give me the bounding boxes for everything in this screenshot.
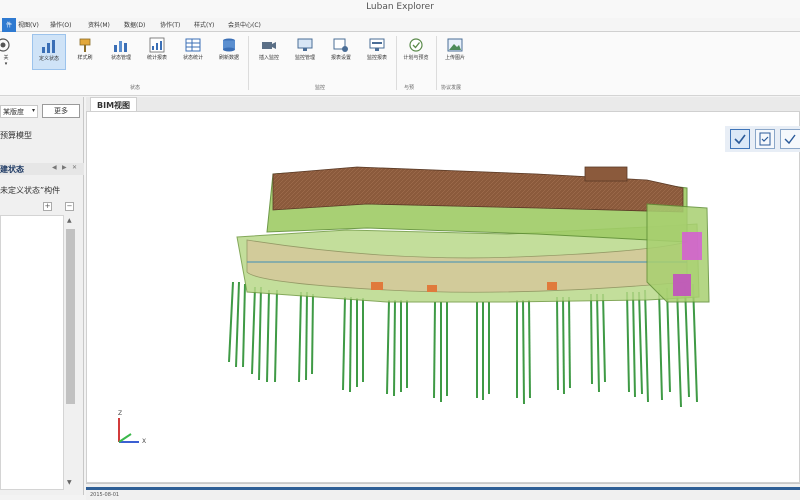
table-icon [185,38,201,52]
refresh-data-label: 刷新数据 [218,55,239,61]
roof-top-box [584,166,628,182]
format-brush-label: 样式刷 [77,55,93,61]
group-separator [396,36,397,90]
monitor-icon [297,38,313,51]
group-label-upload: 协议发展 [441,85,462,91]
remove-button[interactable]: − [65,202,74,211]
menu-collab[interactable]: 协作(T) [160,20,180,29]
chevron-down-icon: ▾ [4,61,8,67]
status-text: 未定义状态”构件 [0,186,61,195]
stat-report-button[interactable]: 统计报表 [140,34,174,70]
toggle-button-label: 关 [3,55,9,61]
progress-bar [86,487,800,490]
left-panel: 某版度 ▾ 更多 预算模型 建状态 ◀ ▶ ✕ 未定义状态”构件 + − ▲ ▼ [0,97,84,495]
menu-data[interactable]: 数据(D) [124,20,145,29]
define-status-label: 定义状态 [38,56,59,62]
check-view-icon[interactable] [780,129,800,149]
menu-member-center[interactable]: 会员中心(C) [228,20,261,29]
menu-bar: 件 视图(V) 操作(O) 资料(M) 数据(D) 协作(T) 样式(Y) 会员… [0,18,800,32]
image-icon [447,38,463,52]
ribbon-toolbar: 关 ▾ 定义状态 样式刷 状态管理 统计报表 状态统计 刷新数据 插入监控 监控… [0,32,800,96]
report-settings-label: 报表设置 [330,55,351,61]
component-list [0,215,64,490]
prev-arrow-icon[interactable]: ◀ [52,164,57,171]
status-manage-label: 状态管理 [110,55,131,61]
more-button[interactable]: 更多 [42,104,80,118]
status-section-title: 建状态 [0,165,24,174]
group-label-status: 状态 [130,85,141,91]
upload-image-button[interactable]: 上传图片 [438,34,472,70]
bar-chart-icon [114,41,127,52]
scroll-up-icon[interactable]: ▲ [67,217,72,224]
refresh-data-button[interactable]: 刷新数据 [212,34,246,70]
chevron-down-icon: ▾ [31,107,35,114]
list-scrollbar[interactable]: ▲ ▼ [64,215,77,490]
circle-icon [0,38,10,52]
brush-icon [79,38,91,52]
add-button[interactable]: + [43,202,52,211]
version-select-value: 某版度 [3,108,24,116]
toggle-button[interactable]: 关 ▾ [0,34,16,70]
axis-z-label: Z [118,410,123,417]
tab-bim-view[interactable]: BIM视图 [90,97,138,111]
group-label-monitor: 监控 [315,85,326,91]
status-manage-button[interactable]: 状态管理 [104,34,138,70]
checklist-icon[interactable] [755,129,775,149]
menu-style[interactable]: 样式(Y) [194,20,214,29]
view-toolbar [725,126,800,152]
status-stat-button[interactable]: 状态统计 [176,34,210,70]
luban-explorer-window: Luban Explorer 件 视图(V) 操作(O) 资料(M) 数据(D)… [0,0,800,500]
view-tabs: BIM视图 [86,97,800,111]
report-settings-button[interactable]: 报表设置 [324,34,358,70]
model-label: 预算模型 [0,131,32,140]
close-icon[interactable]: ✕ [72,164,77,171]
stat-report-label: 统计报表 [146,55,167,61]
highlight-element [682,232,702,260]
window-title: Luban Explorer [366,2,434,12]
status-stat-label: 状态统计 [182,55,203,61]
report-chart-icon [149,37,165,53]
menu-file[interactable]: 件 [2,18,17,32]
monitor-report-button[interactable]: 监控报表 [360,34,394,70]
monitor-manage-label: 监控管理 [294,55,315,61]
next-arrow-icon[interactable]: ▶ [62,164,67,171]
plan-preview-label: 计划与预览 [403,55,429,61]
axis-x-label: X [142,438,147,445]
plan-circle-icon [409,38,423,52]
menu-operate[interactable]: 操作(O) [50,20,71,29]
bim-viewport[interactable]: Z X [86,111,800,483]
menu-material[interactable]: 资料(M) [88,20,110,29]
settings-report-icon [333,38,348,52]
database-icon [223,38,235,52]
upload-image-label: 上传图片 [444,55,465,61]
monitor-manage-button[interactable]: 监控管理 [288,34,322,70]
group-label-plan: 与预 [404,85,415,91]
scroll-thumb[interactable] [66,229,75,404]
group-separator [248,36,249,90]
format-brush-button[interactable]: 样式刷 [68,34,102,70]
version-select[interactable]: 某版度 ▾ [0,105,38,118]
status-chart-icon [42,40,55,53]
menu-view[interactable]: 视图(V) [18,20,39,29]
define-status-button[interactable]: 定义状态 [32,34,66,70]
insert-monitor-button[interactable]: 插入监控 [252,34,286,70]
monitor-report-icon [369,38,385,51]
bim-model-render[interactable] [87,112,800,484]
status-section-header: 建状态 ◀ ▶ ✕ [0,163,84,175]
title-bar: Luban Explorer [0,0,800,18]
axis-gizmo [118,418,139,443]
checkbox-icon[interactable] [730,129,750,149]
monitor-report-label: 监控报表 [366,55,387,61]
status-bar: 2015-08-01 [86,483,800,500]
highlight-element [673,274,691,296]
status-text: 2015-08-01 [90,492,120,498]
group-separator [436,36,437,90]
plan-preview-button[interactable]: 计划与预览 [398,34,434,70]
scroll-down-icon[interactable]: ▼ [67,479,72,486]
camera-icon [262,42,276,49]
insert-monitor-label: 插入监控 [258,55,279,61]
